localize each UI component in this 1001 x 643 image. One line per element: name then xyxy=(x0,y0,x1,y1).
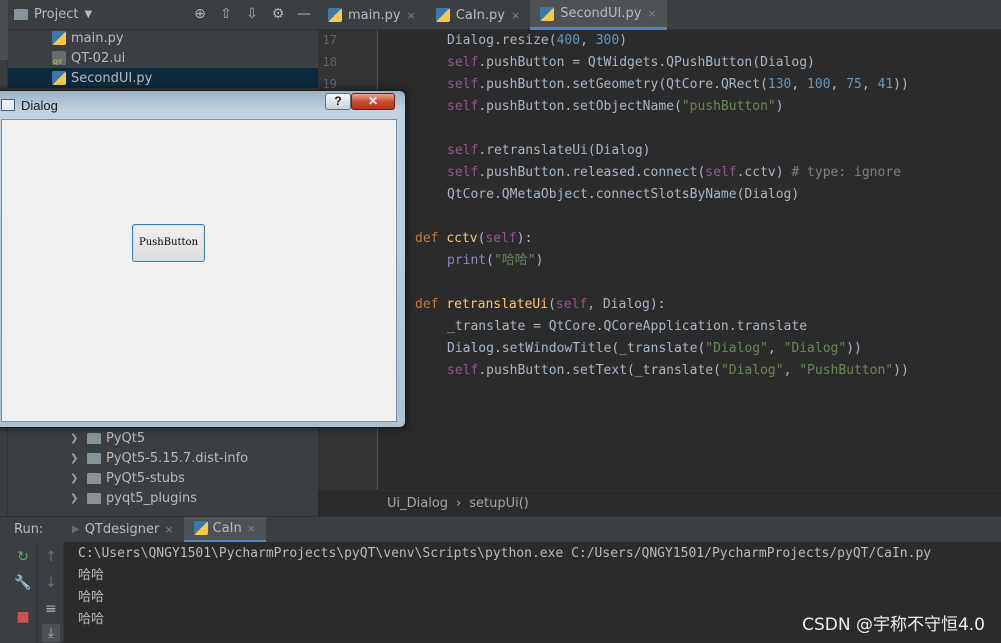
soft-wrap-icon[interactable]: ≡ xyxy=(42,600,60,618)
push-button[interactable]: PushButton xyxy=(132,224,205,262)
run-config-icon: ▶ xyxy=(72,524,80,535)
python-file-icon xyxy=(52,31,66,45)
tree-item-main-py[interactable]: main.py xyxy=(52,28,124,48)
line-number: 17 xyxy=(322,33,337,47)
code-line: def retranslateUi(self, Dialog): xyxy=(415,297,666,312)
python-file-icon xyxy=(52,71,66,85)
breadcrumb-class[interactable]: Ui_Dialog xyxy=(387,496,448,511)
python-file-icon xyxy=(328,8,342,22)
code-line: self.pushButton = QtWidgets.QPushButton(… xyxy=(447,55,815,70)
code-line: Dialog.setWindowTitle(_translate("Dialog… xyxy=(447,341,862,356)
run-panel-header: Run: ▶ QTdesigner × CaIn × xyxy=(0,516,1001,543)
python-file-icon xyxy=(540,6,555,21)
tree-item-qt-02-ui[interactable]: QT-02.ui xyxy=(52,48,125,68)
run-toolbar: ↻ 🔧 ■ xyxy=(8,542,38,643)
code-line: self.pushButton.setObjectName("pushButto… xyxy=(447,99,784,114)
arrow-down-icon[interactable]: ↓ xyxy=(42,574,60,592)
code-line: def cctv(self): xyxy=(415,231,533,246)
python-file-icon xyxy=(193,521,208,535)
chevron-right-icon[interactable]: ❯ xyxy=(70,493,82,504)
folder-icon xyxy=(87,432,101,444)
dialog-title: Dialog xyxy=(21,97,58,113)
code-editor[interactable]: Dialog.resize(400, 300) self.pushButton … xyxy=(379,30,1001,490)
line-number: 19 xyxy=(322,77,337,91)
help-button[interactable]: ? xyxy=(325,93,351,110)
tree-item-pyqt5-stubs[interactable]: ❯ PyQt5-stubs xyxy=(70,468,185,488)
tree-item-pyqt5-dist-info[interactable]: ❯ PyQt5-5.15.7.dist-info xyxy=(70,448,248,468)
scroll-to-end-icon[interactable]: ⤓ xyxy=(42,624,60,642)
code-line: _translate = QtCore.QCoreApplication.tra… xyxy=(447,319,808,334)
project-toolbar: ⊕ ⇧ ⇩ ⚙ — xyxy=(192,5,312,23)
chevron-right-icon[interactable]: ❯ xyxy=(70,473,82,484)
breadcrumb: Ui_Dialog › setupUi() xyxy=(378,490,1001,516)
tree-item-pyqt5[interactable]: ❯ PyQt5 xyxy=(70,428,145,448)
tree-item-pyqt5-plugins[interactable]: ❯ pyqt5_plugins xyxy=(70,488,197,508)
run-side-strip xyxy=(0,542,8,643)
close-tab-icon[interactable]: × xyxy=(407,9,416,22)
tab-cain-py[interactable]: CaIn.py × xyxy=(426,0,530,30)
console-line: 哈哈 xyxy=(78,590,105,605)
code-line: QtCore.QMetaObject.connectSlotsByName(Di… xyxy=(447,187,800,202)
code-line: self.pushButton.setGeometry(QtCore.QRect… xyxy=(447,77,909,92)
project-tool-tab[interactable] xyxy=(0,0,8,60)
close-tab-icon[interactable]: × xyxy=(164,523,173,536)
chevron-down-icon: ▼ xyxy=(84,9,93,20)
close-tab-icon[interactable]: × xyxy=(247,522,256,535)
tab-main-py[interactable]: main.py × xyxy=(318,0,426,30)
stop-icon[interactable]: ■ xyxy=(14,608,32,626)
console-line: C:\Users\QNGY1501\PycharmProjects\pyQT\v… xyxy=(78,546,932,561)
chevron-right-icon[interactable]: ❯ xyxy=(70,433,82,444)
run-tab-qtdesigner[interactable]: ▶ QTdesigner × xyxy=(62,517,184,543)
close-tab-icon[interactable]: × xyxy=(647,7,656,20)
breadcrumb-separator: › xyxy=(456,496,462,511)
console-toolbar: ↑ ↓ ≡ ⤓ xyxy=(38,542,64,643)
folder-icon xyxy=(87,452,101,464)
rerun-icon[interactable]: ↻ xyxy=(14,548,32,566)
folder-icon xyxy=(87,472,101,484)
editor-tab-bar: main.py × CaIn.py × SecondUI.py × xyxy=(318,0,1001,30)
close-tab-icon[interactable]: × xyxy=(511,9,520,22)
code-line: self.pushButton.setText(_translate("Dial… xyxy=(447,363,909,378)
tree-item-secondui-py[interactable]: SecondUI.py xyxy=(8,68,318,88)
window-icon xyxy=(1,99,15,111)
tab-secondui-py[interactable]: SecondUI.py × xyxy=(530,0,667,30)
code-line: print("哈哈") xyxy=(447,253,544,268)
collapse-all-icon[interactable]: ⇩ xyxy=(244,5,260,23)
wrench-icon[interactable]: 🔧 xyxy=(14,574,32,592)
breadcrumb-method[interactable]: setupUi() xyxy=(469,496,529,511)
arrow-up-icon[interactable]: ↑ xyxy=(42,548,60,566)
run-label: Run: xyxy=(14,522,44,537)
locate-icon[interactable]: ⊕ xyxy=(192,5,208,23)
run-tab-cain[interactable]: CaIn × xyxy=(183,516,266,543)
console-line: 哈哈 xyxy=(78,612,105,627)
code-line: self.pushButton.released.connect(self.cc… xyxy=(447,165,901,180)
ui-file-icon xyxy=(52,51,66,66)
folder-icon xyxy=(87,492,101,504)
line-number: 18 xyxy=(322,55,337,69)
watermark: CSDN @宇称不守恒4.0 xyxy=(802,615,985,635)
console-line: 哈哈 xyxy=(78,568,105,583)
code-line: Dialog.resize(400, 300) xyxy=(447,33,628,48)
project-folder-icon xyxy=(14,9,28,20)
hide-panel-icon[interactable]: — xyxy=(296,5,312,23)
dialog-client-area: PushButton xyxy=(1,119,397,422)
project-title[interactable]: Project ▼ xyxy=(14,7,92,22)
python-file-icon xyxy=(435,8,450,22)
code-line: self.retranslateUi(Dialog) xyxy=(447,143,651,158)
expand-all-icon[interactable]: ⇧ xyxy=(218,5,234,23)
gear-icon[interactable]: ⚙ xyxy=(270,5,286,23)
close-button[interactable]: ✕ xyxy=(351,93,395,110)
chevron-right-icon[interactable]: ❯ xyxy=(70,453,82,464)
dialog-window: Dialog ? ✕ PushButton xyxy=(0,90,406,428)
project-header: Project ▼ ⊕ ⇧ ⇩ ⚙ — xyxy=(8,0,318,30)
